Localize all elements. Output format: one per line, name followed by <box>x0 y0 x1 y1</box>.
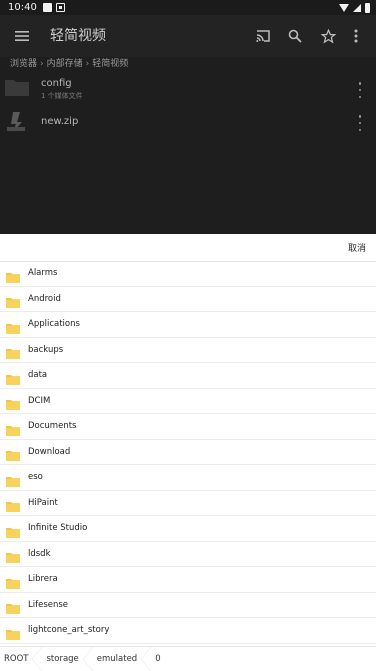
file-name: new.zip <box>41 116 79 127</box>
folder-list-item[interactable]: lightcone_art_story <box>0 618 376 644</box>
file-name: config <box>41 78 72 89</box>
folder-label: DCIM <box>28 395 51 406</box>
file-row-new-zip[interactable]: new.zip <box>0 107 376 141</box>
folder-icon <box>6 574 20 589</box>
overflow-menu-icon[interactable] <box>346 26 366 46</box>
path-segment[interactable]: ROOT <box>0 647 43 671</box>
cast-icon[interactable] <box>253 26 273 46</box>
chevron-right-icon: › <box>85 59 90 69</box>
folder-list-item[interactable]: ldsdk <box>0 542 376 567</box>
folder-list-item[interactable]: DCIM <box>0 389 376 414</box>
path-segment[interactable]: emulated <box>93 647 152 671</box>
folder-label: data <box>28 370 48 381</box>
folder-icon <box>6 625 20 640</box>
folder-icon <box>6 268 20 283</box>
folder-icon <box>6 319 20 334</box>
folder-icon <box>6 472 20 487</box>
folder-list-item[interactable]: data <box>0 363 376 389</box>
folder-list-item[interactable]: backups <box>0 338 376 363</box>
zip-icon <box>5 110 27 136</box>
folder-label: lightcone_art_story <box>28 625 110 636</box>
status-bar: 10:40 <box>0 0 376 15</box>
app-title: 轻简视频 <box>50 28 106 44</box>
folder-label: Download <box>28 446 71 457</box>
folder-icon <box>6 370 20 385</box>
search-icon[interactable] <box>285 26 305 46</box>
folder-label: Infinite Studio <box>28 523 88 534</box>
folder-list-item[interactable]: Alarms <box>0 261 376 287</box>
folder-icon <box>6 446 20 462</box>
folder-list-item[interactable]: eso <box>0 465 376 491</box>
folder-icon <box>6 599 20 615</box>
folder-icon <box>6 395 20 411</box>
folder-label: backups <box>28 344 64 355</box>
path-bar: ROOT storage emulated 0 <box>0 646 376 671</box>
folder-label: Librera <box>28 574 58 585</box>
app-notification-icon <box>55 3 65 12</box>
cancel-button[interactable]: 取消 <box>348 241 366 254</box>
folder-label: Documents <box>28 421 77 432</box>
folder-list-item[interactable]: Librera <box>0 567 376 593</box>
folder-list-item[interactable]: Infinite Studio <box>0 516 376 542</box>
folder-list-item[interactable]: Android <box>0 287 376 312</box>
folder-label: Alarms <box>28 268 58 279</box>
path-segment[interactable]: storage <box>42 647 94 671</box>
more-vert-icon[interactable] <box>356 82 364 98</box>
folder-icon <box>6 421 20 436</box>
folder-icon <box>5 78 29 100</box>
status-time: 10:40 <box>8 2 37 13</box>
app-toolbar: 轻简视频 <box>0 15 376 57</box>
folder-label: ldsdk <box>28 548 51 559</box>
folder-list-item[interactable]: Applications <box>0 312 376 338</box>
folder-label: Applications <box>28 319 80 330</box>
file-subtitle: 1 个媒体文件 <box>41 92 83 100</box>
breadcrumb-item[interactable]: 轻简视频 <box>92 57 128 71</box>
folder-label: eso <box>28 472 43 483</box>
folder-icon <box>6 523 20 538</box>
folder-label: Android <box>28 293 61 304</box>
folder-icon <box>6 344 20 360</box>
folder-icon <box>6 293 20 309</box>
folder-icon <box>6 497 20 513</box>
chevron-right-icon: › <box>40 59 44 69</box>
folder-list-item[interactable]: HiPaint <box>0 491 376 516</box>
folder-label: HiPaint <box>28 497 58 508</box>
notification-icon <box>42 3 52 12</box>
folder-icon <box>6 548 20 564</box>
menu-icon[interactable] <box>12 26 32 46</box>
file-browser-app: 10:40 轻简视频 浏览器 › 内部存储 › 轻简视频 config 1 个媒… <box>0 0 376 234</box>
folder-list-item[interactable]: Download <box>0 440 376 465</box>
path-segment[interactable]: 0 <box>151 647 174 671</box>
more-vert-icon[interactable] <box>356 115 364 131</box>
folder-picker-sheet: 取消 Alarms Android Applications backups data D… <box>0 234 376 671</box>
folder-list-item[interactable]: Documents <box>0 414 376 440</box>
sheet-header: 取消 <box>0 234 376 262</box>
breadcrumb-item[interactable]: 内部存储 <box>47 57 83 71</box>
breadcrumb: 浏览器 › 内部存储 › 轻简视频 <box>10 57 128 71</box>
wifi-icon <box>339 3 349 12</box>
breadcrumb-item[interactable]: 浏览器 <box>10 57 37 71</box>
folder-list-item[interactable]: Lifesense <box>0 593 376 618</box>
file-row-config[interactable]: config 1 个媒体文件 <box>0 73 376 107</box>
folder-label: Lifesense <box>28 599 69 610</box>
folder-list: Alarms Android Applications backups data DCIM… <box>0 261 376 644</box>
star-icon[interactable] <box>318 26 338 46</box>
battery-icon <box>365 2 370 13</box>
signal-icon <box>353 3 361 12</box>
